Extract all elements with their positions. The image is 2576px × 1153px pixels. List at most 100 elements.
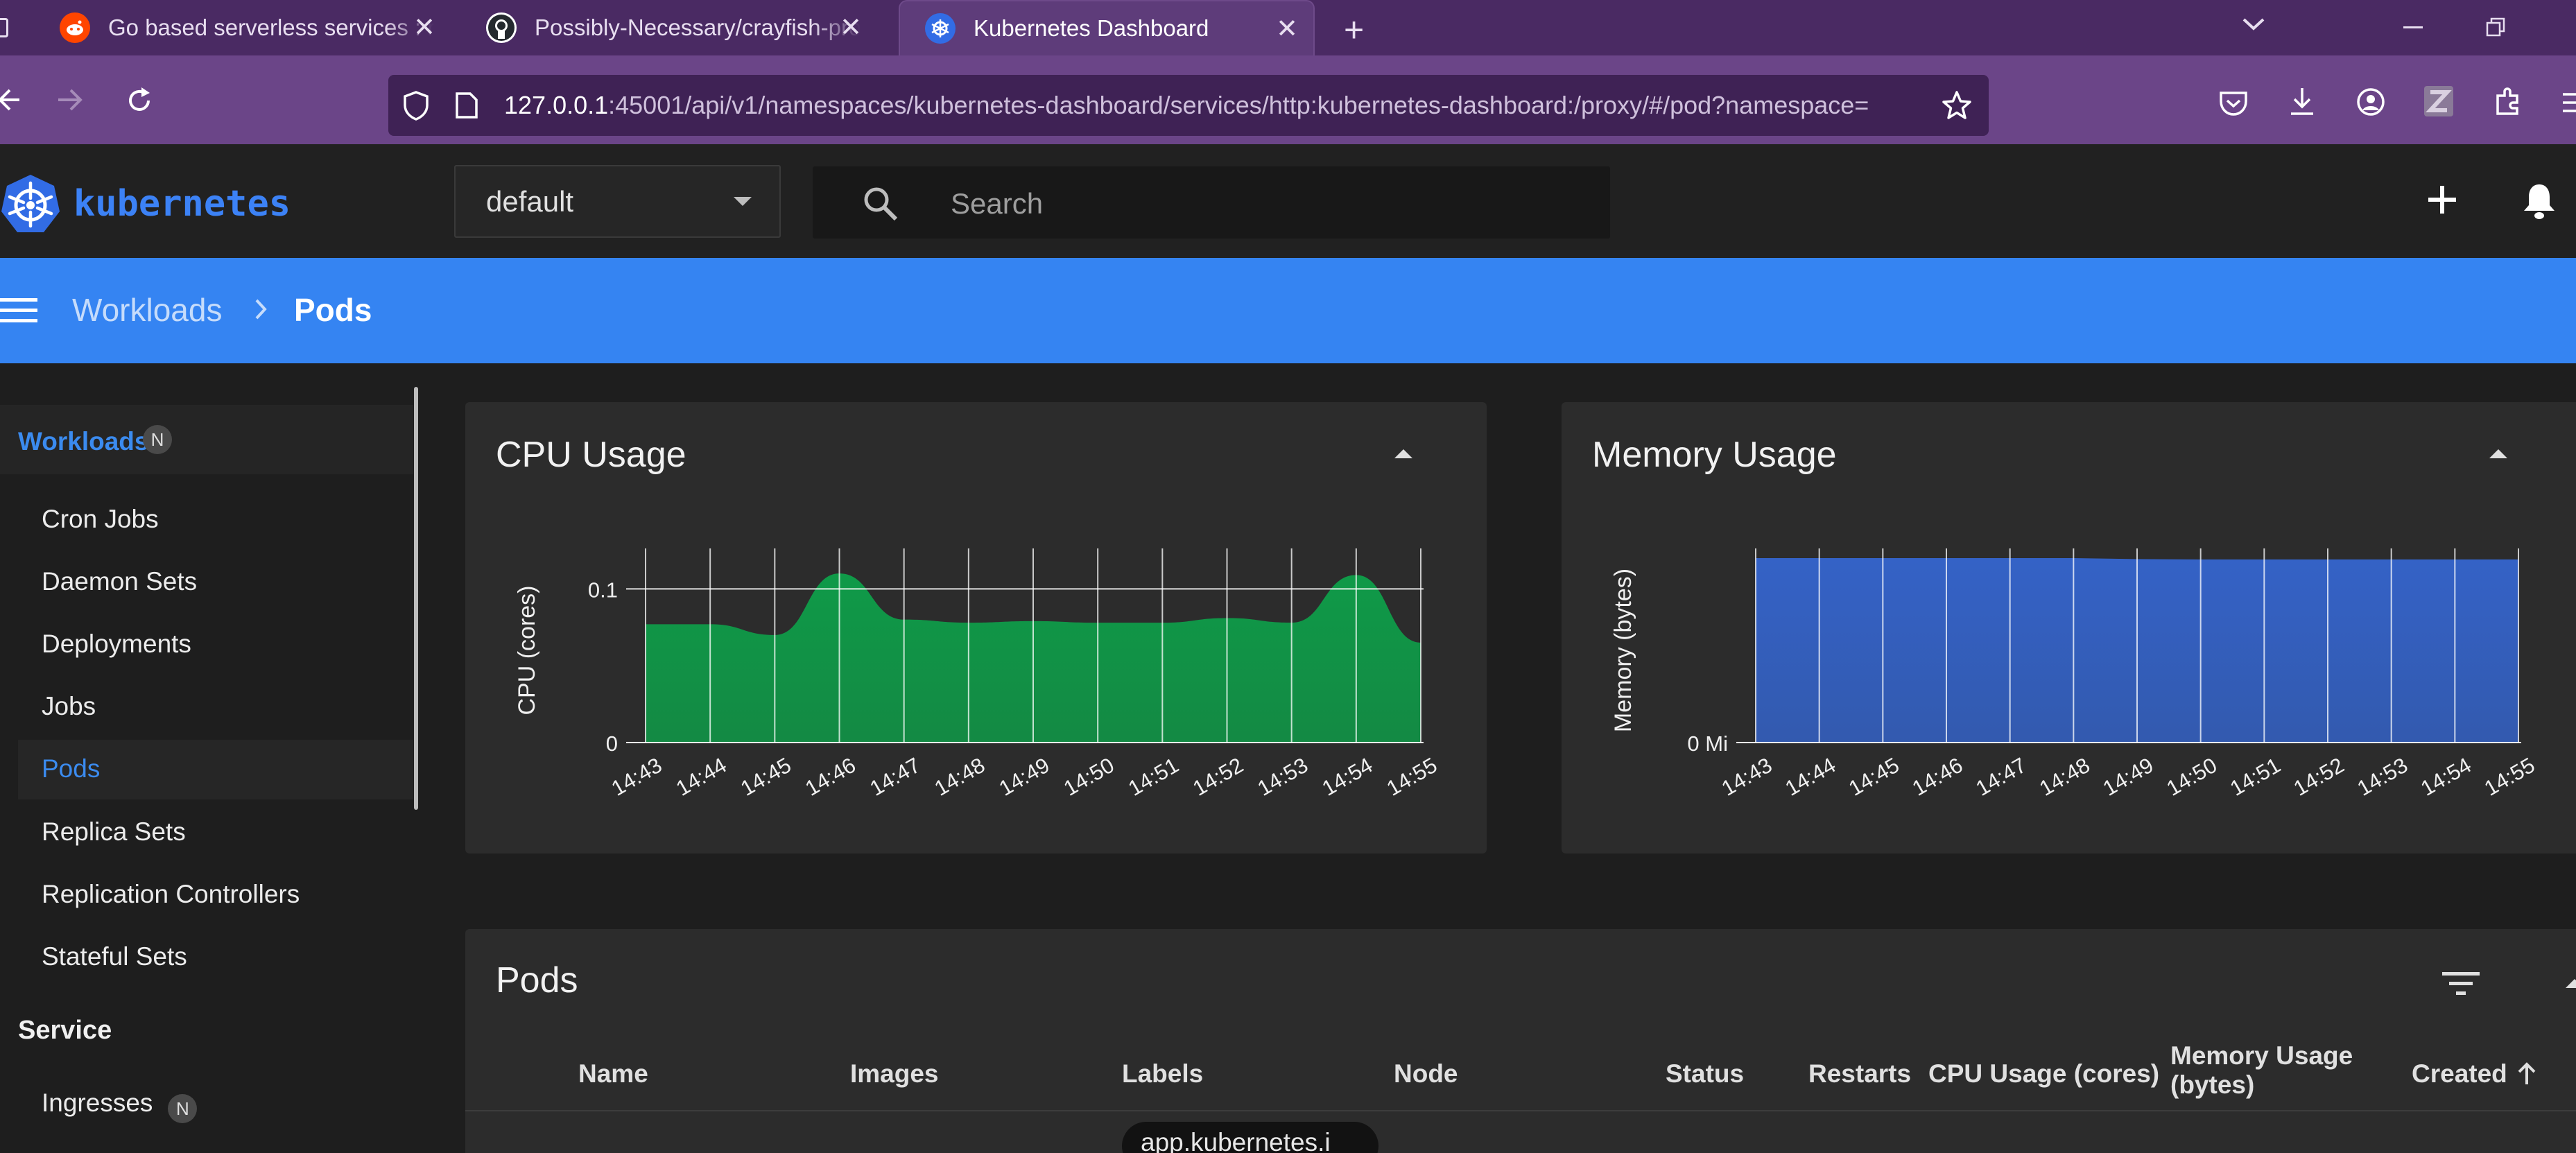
sidebar-section-workloads[interactable]: Workloads N [0, 405, 413, 474]
x-tick-label: 14:49 [2099, 753, 2158, 801]
zotero-extension-icon[interactable] [2424, 86, 2453, 116]
filter-icon[interactable] [2442, 971, 2480, 997]
x-tick-label: 14:46 [1908, 753, 1967, 801]
sidebar-section-label: Workloads [18, 427, 149, 456]
search-icon [863, 186, 899, 222]
menu-icon[interactable] [2563, 92, 2576, 114]
column-header-node[interactable]: Node [1394, 1059, 1458, 1089]
sidebar-item-daemon-sets[interactable]: Daemon Sets [42, 567, 197, 596]
namespace-value: default [486, 184, 574, 218]
list-all-tabs-icon[interactable] [2241, 15, 2266, 32]
column-header-created[interactable]: Created [2412, 1059, 2536, 1089]
search-placeholder: Search [951, 187, 1044, 220]
downloads-icon[interactable] [2288, 86, 2316, 116]
tab-title: Kubernetes Dashboard [974, 15, 1209, 41]
notifications-bell-icon[interactable] [2521, 182, 2557, 220]
browser-toolbar: 127.0.0.1:45001/api/v1/namespaces/kubern… [0, 55, 2576, 144]
pocket-icon[interactable] [2219, 90, 2248, 116]
sidebar-item-replica-sets[interactable]: Replica Sets [42, 817, 186, 847]
new-tab-button[interactable]: + [1344, 10, 1364, 50]
sidebar-item-replication-controllers[interactable]: Replication Controllers [42, 880, 300, 909]
label-chip-text: app.kubernetes.i [1141, 1128, 1331, 1153]
column-header-line: (bytes) [2170, 1070, 2255, 1099]
new-badge: N [143, 425, 172, 454]
close-tab-icon[interactable]: ✕ [413, 14, 435, 42]
sidebar-item-pods[interactable]: Pods [18, 740, 413, 799]
x-tick-label: 14:46 [801, 753, 860, 801]
breadcrumb-current-page: Pods [294, 292, 372, 328]
x-tick-label: 14:51 [2226, 753, 2285, 801]
reload-icon[interactable] [125, 86, 154, 115]
restore-window-button[interactable] [2485, 17, 2506, 37]
forward-icon[interactable] [55, 87, 83, 112]
account-icon[interactable] [2356, 87, 2385, 116]
x-tick-label: 14:54 [2417, 753, 2475, 801]
tab-overflow-icon[interactable] [0, 18, 8, 37]
url-text[interactable]: 127.0.0.1:45001/api/v1/namespaces/kubern… [504, 91, 1926, 120]
sidebar-item-ingresses[interactable]: Ingresses N [42, 1089, 198, 1123]
url-host: 127.0.0.1 [504, 91, 609, 119]
sidebar-section-service[interactable]: Service [18, 1016, 112, 1046]
x-tick-label: 14:47 [1971, 753, 2030, 801]
shield-icon[interactable] [402, 90, 430, 121]
search-input[interactable]: Search [813, 166, 1610, 239]
reddit-icon [60, 12, 90, 43]
kubernetes-logo-icon [0, 173, 61, 234]
create-resource-button[interactable] [2427, 184, 2457, 215]
browser-tab-kubernetes[interactable]: Kubernetes Dashboard ✕ [899, 0, 1315, 55]
pods-card-title: Pods [496, 960, 578, 1000]
breadcrumb-bar: Workloads Pods [0, 258, 2576, 363]
breadcrumb-workloads[interactable]: Workloads [72, 291, 222, 329]
collapse-icon[interactable] [2566, 979, 2576, 988]
chevron-right-icon [254, 298, 268, 320]
sidebar-scrollbar[interactable] [414, 387, 418, 810]
sidebar-item-stateful-sets[interactable]: Stateful Sets [42, 942, 187, 971]
hamburger-menu-icon[interactable] [0, 297, 37, 324]
x-tick-label: 14:52 [1188, 753, 1247, 801]
page-info-icon[interactable] [455, 92, 478, 119]
browser-tab-github[interactable]: Possibly-Necessary/crayfish-pro ✕ [461, 0, 877, 55]
column-header-images: Images [850, 1059, 939, 1088]
label-chip: app.kubernetes.i [1122, 1122, 1378, 1153]
x-tick-label: 14:50 [2162, 753, 2221, 801]
sidebar-item-jobs[interactable]: Jobs [42, 692, 96, 721]
kubernetes-logo[interactable]: kubernetes [0, 173, 291, 234]
column-header-status[interactable]: Status [1666, 1059, 1744, 1089]
sidebar-item-label: Pods [42, 754, 101, 783]
column-header-memory-usage[interactable]: Memory Usage (bytes) [2170, 1041, 2353, 1100]
column-header-restarts[interactable]: Restarts [1808, 1059, 1911, 1089]
column-header-name[interactable]: Name [578, 1059, 648, 1089]
sidebar-item-cron-jobs[interactable]: Cron Jobs [42, 505, 159, 534]
x-tick-label: 14:48 [931, 753, 989, 801]
extensions-icon[interactable] [2493, 86, 2524, 116]
close-tab-icon[interactable]: ✕ [840, 14, 862, 42]
x-tick-label: 14:51 [1124, 753, 1183, 801]
x-tick-label: 14:53 [2353, 753, 2412, 801]
back-icon[interactable] [0, 87, 21, 112]
address-bar[interactable]: 127.0.0.1:45001/api/v1/namespaces/kubern… [388, 75, 1989, 136]
x-tick-label: 14:44 [1781, 753, 1840, 801]
x-tick-label: 14:45 [736, 753, 795, 801]
minimize-window-button[interactable] [2403, 26, 2423, 28]
logo-text: kubernetes [74, 183, 291, 225]
x-tick-label: 14:43 [1718, 753, 1777, 801]
column-header-label: Created [2412, 1059, 2507, 1088]
y-tick-label: 0.1 [588, 578, 618, 602]
x-tick-label: 14:50 [1060, 753, 1118, 801]
namespace-select[interactable]: default [454, 165, 781, 238]
bookmark-star-icon[interactable] [1942, 90, 1972, 121]
x-tick-label: 14:44 [672, 753, 731, 801]
sidebar: Workloads N Cron Jobs Daemon Sets Deploy… [0, 363, 424, 1153]
y-tick-label: 0 [606, 731, 618, 756]
column-header-labels: Labels [1122, 1059, 1204, 1088]
memory-usage-card: Memory Usage 0 Mi 14:43 14:44 14:45 14:46 14:… [1562, 402, 2576, 853]
close-tab-icon[interactable]: ✕ [1276, 15, 1298, 43]
x-tick-label: 14:55 [2480, 753, 2539, 801]
sidebar-item-deployments[interactable]: Deployments [42, 630, 191, 659]
cpu-usage-chart: 00.114:43 14:44 14:45 14:46 14:47 14:48 14:49 1… [514, 548, 1442, 801]
app-header: kubernetes default Search [0, 144, 2576, 258]
x-tick-label: 14:53 [1253, 753, 1312, 801]
column-header-cpu-usage[interactable]: CPU Usage (cores) [1928, 1059, 2159, 1089]
browser-tab-reddit[interactable]: Go based serverless services : r/ ✕ [35, 0, 451, 55]
x-tick-label: 14:55 [1383, 753, 1442, 801]
